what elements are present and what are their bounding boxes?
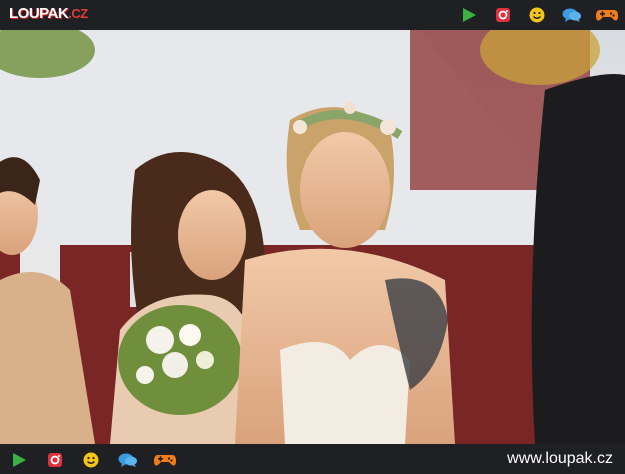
chat-icon[interactable] (117, 450, 137, 470)
smiley-icon[interactable] (81, 450, 101, 470)
bottom-bar: www.loupak.cz (0, 444, 625, 474)
photo-illustration (0, 30, 625, 444)
gamepad-icon[interactable] (153, 450, 176, 470)
bottom-icon-nav (9, 450, 176, 470)
logo-domain: .CZ (68, 6, 88, 21)
top-bar: LOUPAK.CZ (0, 0, 625, 30)
logo-text: LOUPAK (9, 5, 69, 22)
top-icon-nav (459, 5, 618, 25)
instagram-icon[interactable] (45, 450, 65, 470)
gamepad-icon[interactable] (595, 5, 618, 25)
wedding-photo (0, 30, 625, 444)
site-logo[interactable]: LOUPAK.CZ (9, 5, 88, 22)
smiley-icon[interactable] (527, 5, 547, 25)
site-url[interactable]: www.loupak.cz (507, 450, 613, 468)
play-icon[interactable] (9, 450, 29, 470)
play-icon[interactable] (459, 5, 479, 25)
instagram-icon[interactable] (493, 5, 513, 25)
chat-icon[interactable] (561, 5, 581, 25)
